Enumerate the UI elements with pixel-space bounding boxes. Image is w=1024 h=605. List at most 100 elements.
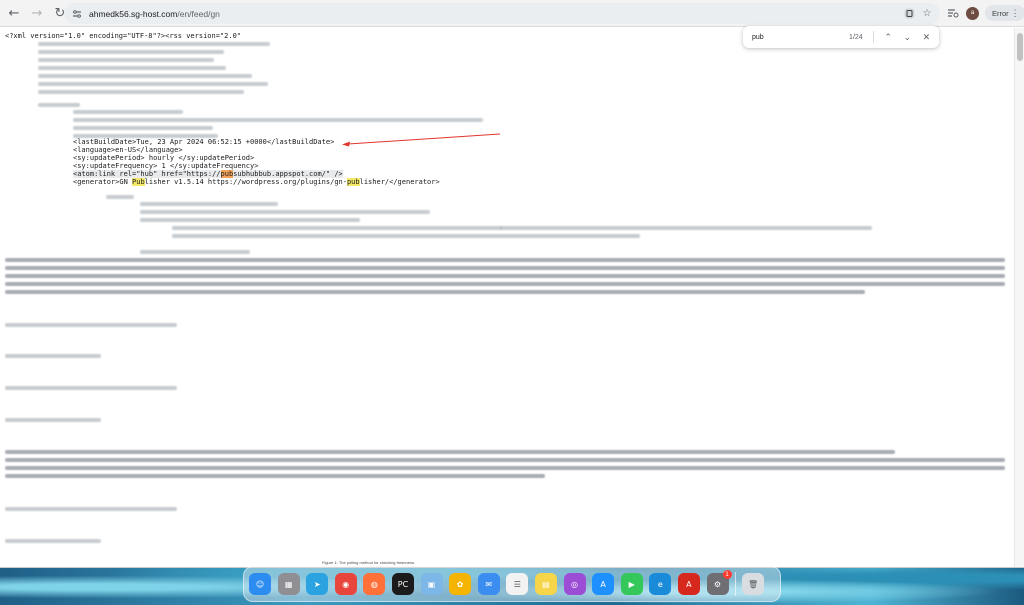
redacted-text bbox=[140, 202, 278, 206]
preview-icon: ▣ bbox=[427, 579, 436, 589]
redacted-text bbox=[5, 354, 101, 358]
atom-link-prefix: <atom:link rel="hub" href="https:// bbox=[73, 170, 221, 178]
redacted-text bbox=[172, 234, 640, 238]
system-settings-icon: ⚙ bbox=[713, 579, 722, 589]
redacted-text bbox=[38, 58, 214, 62]
xml-declaration: <?xml version="1.0" encoding="UTF-8"?><r… bbox=[5, 32, 242, 40]
dock-app-notes[interactable]: ▤ bbox=[534, 573, 557, 595]
redacted-text bbox=[140, 218, 360, 222]
trash-icon: 🗑 bbox=[748, 579, 759, 589]
dock-app-preview[interactable]: ▣ bbox=[420, 573, 443, 595]
redacted-text bbox=[106, 195, 134, 199]
dock-app-reminders[interactable]: ☰ bbox=[506, 573, 529, 595]
browser-toolbar: ← → ↻ ahmedk56.sg-host.com/en/feed/gn ☆ … bbox=[0, 0, 1024, 27]
redacted-text bbox=[5, 290, 865, 294]
generator-suffix: lisher/</generator> bbox=[359, 178, 440, 186]
find-match: Pub bbox=[132, 178, 145, 186]
dock-app-telegram[interactable]: ➤ bbox=[306, 573, 329, 595]
scrollbar-thumb[interactable] bbox=[1017, 33, 1023, 61]
edge-icon: e bbox=[657, 579, 663, 589]
forward-button[interactable]: → bbox=[27, 3, 47, 23]
redacted-text bbox=[73, 126, 213, 130]
redacted-text bbox=[38, 66, 226, 70]
pycharm-icon: PC bbox=[397, 579, 409, 589]
redacted-text bbox=[38, 82, 268, 86]
redacted-text bbox=[38, 50, 224, 54]
url-path: /en/feed/gn bbox=[177, 8, 220, 19]
app-store-icon: A bbox=[600, 579, 606, 589]
browser-window: ← → ↻ ahmedk56.sg-host.com/en/feed/gn ☆ … bbox=[0, 0, 1024, 568]
launchpad-icon: ▦ bbox=[284, 579, 293, 589]
notification-badge: 1 bbox=[722, 570, 732, 579]
dock-app-trash[interactable]: 🗑 bbox=[742, 573, 765, 595]
dock-divider bbox=[735, 572, 737, 596]
redacted-text bbox=[140, 250, 250, 254]
generator-prefix: <generator>GN bbox=[73, 178, 133, 186]
redacted-text bbox=[38, 90, 244, 94]
scrollbar[interactable] bbox=[1014, 28, 1024, 567]
telegram-icon: ➤ bbox=[313, 579, 321, 589]
dock-app-firefox[interactable]: ◍ bbox=[363, 573, 386, 595]
dock-app-acrobat[interactable]: A bbox=[677, 573, 700, 595]
dock: ☺ ▦ ➤ ◉ ◍ PC ▣ ✿ ✉ ☰ ▤ ◎ A ▶ e A ⚙ 1 🗑 bbox=[243, 566, 781, 602]
redacted-text bbox=[500, 226, 872, 230]
facetime-icon: ▶ bbox=[628, 579, 635, 589]
profile-avatar[interactable]: a bbox=[966, 6, 979, 20]
address-bar[interactable]: ahmedk56.sg-host.com/en/feed/gn ☆ bbox=[64, 3, 940, 24]
redacted-text bbox=[5, 274, 1005, 278]
error-label: Error bbox=[992, 8, 1009, 18]
reading-mode-icon[interactable] bbox=[902, 6, 916, 20]
xml-update-period: <sy:updatePeriod> hourly </sy:updatePeri… bbox=[73, 154, 255, 162]
xml-source-view: <?xml version="1.0" encoding="UTF-8"?><r… bbox=[0, 28, 1014, 567]
dock-app-system-settings[interactable]: ⚙ 1 bbox=[706, 570, 732, 595]
arrow-right-icon: → bbox=[31, 5, 43, 21]
dock-app-mail[interactable]: ✉ bbox=[477, 573, 500, 595]
dock-app-edge[interactable]: e bbox=[649, 573, 672, 595]
redacted-text bbox=[38, 103, 80, 107]
redacted-text bbox=[5, 458, 1005, 462]
url-host: ahmedk56.sg-host.com bbox=[89, 8, 178, 19]
caption-text: Figure 1: The polling method for checkin… bbox=[322, 560, 416, 565]
dock-app-podcasts[interactable]: ◎ bbox=[563, 573, 586, 595]
redacted-text bbox=[73, 118, 483, 122]
error-chip[interactable]: Error ⋮ bbox=[985, 5, 1024, 21]
dock-app-finder[interactable]: ☺ bbox=[249, 573, 271, 595]
redacted-text bbox=[5, 323, 177, 327]
finder-icon: ☺ bbox=[255, 579, 265, 589]
atom-link-suffix: subhubbub.appspot.com/" /> bbox=[233, 170, 343, 178]
acrobat-icon: A bbox=[686, 579, 692, 589]
redacted-text bbox=[5, 418, 101, 422]
dock-app-launchpad[interactable]: ▦ bbox=[277, 573, 300, 595]
mail-icon: ✉ bbox=[485, 579, 493, 589]
podcasts-icon: ◎ bbox=[571, 579, 579, 589]
redacted-text bbox=[38, 42, 270, 46]
redacted-text bbox=[5, 386, 177, 390]
redacted-text bbox=[5, 539, 101, 543]
xml-language: <language>en-US</language> bbox=[73, 146, 183, 154]
dock-app-app-store[interactable]: A bbox=[592, 573, 615, 595]
dock-app-facetime[interactable]: ▶ bbox=[620, 573, 643, 595]
reminders-icon: ☰ bbox=[513, 579, 521, 589]
redacted-text bbox=[5, 507, 177, 511]
redacted-text bbox=[38, 74, 252, 78]
firefox-icon: ◍ bbox=[370, 579, 378, 589]
dock-app-chrome[interactable]: ◉ bbox=[334, 573, 357, 595]
annotation-arrow bbox=[340, 132, 502, 153]
redacted-text bbox=[5, 266, 1005, 270]
dock-app-pycharm[interactable]: PC bbox=[391, 573, 414, 595]
redacted-text bbox=[5, 450, 895, 454]
find-match: pub bbox=[346, 178, 360, 186]
dock-app-photos[interactable]: ✿ bbox=[449, 573, 472, 595]
redacted-text bbox=[5, 466, 1005, 470]
url-text[interactable]: ahmedk56.sg-host.com/en/feed/gn bbox=[89, 9, 220, 19]
notes-icon: ▤ bbox=[542, 579, 550, 589]
site-info-icon[interactable] bbox=[70, 7, 84, 21]
redacted-text bbox=[140, 210, 430, 214]
xml-update-frequency: <sy:updateFrequency> 1 </sy:updateFreque… bbox=[73, 162, 259, 170]
back-button[interactable]: ← bbox=[4, 3, 24, 23]
arrow-left-icon: ← bbox=[8, 5, 20, 21]
bookmark-star-icon[interactable]: ☆ bbox=[920, 6, 934, 20]
photos-icon: ✿ bbox=[456, 579, 464, 589]
find-match-active: pub bbox=[220, 170, 234, 178]
tab-search-icon[interactable] bbox=[946, 4, 960, 22]
